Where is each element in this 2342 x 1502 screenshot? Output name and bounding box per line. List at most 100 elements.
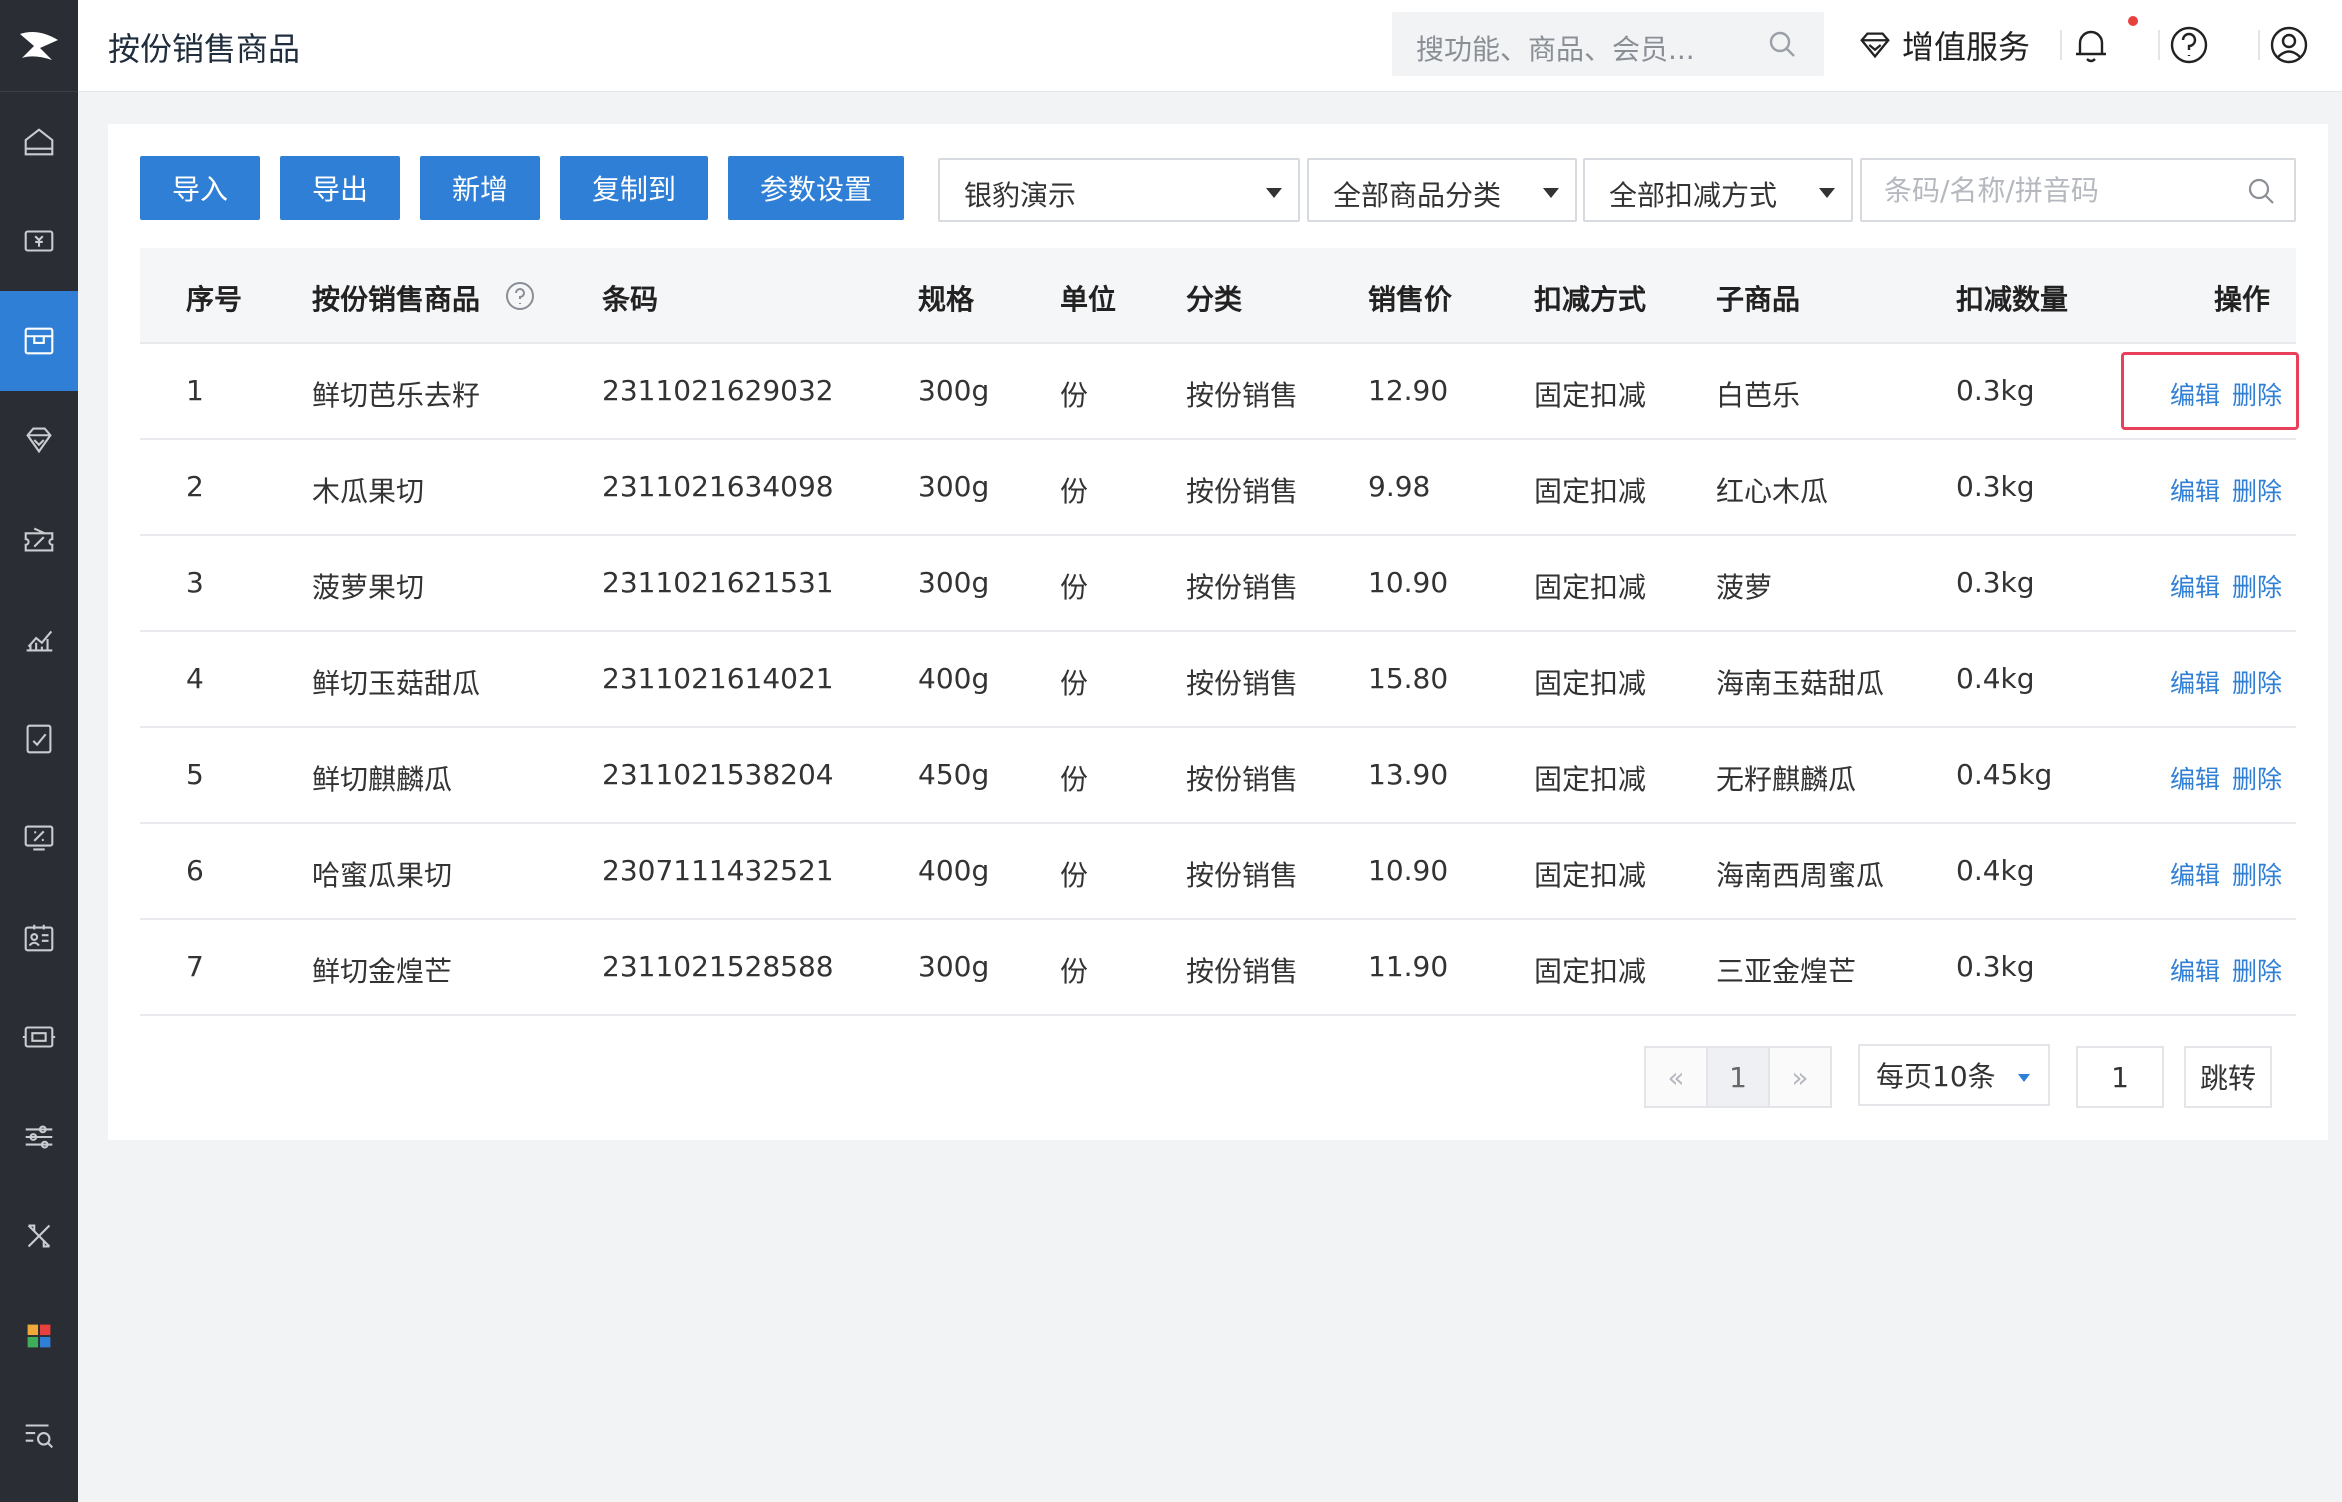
export-button[interactable]: 导出	[280, 156, 400, 220]
category-select[interactable]: 全部商品分类	[1307, 158, 1577, 222]
delete-link[interactable]: 删除	[2232, 760, 2282, 796]
caret-down-icon	[1819, 188, 1835, 198]
row-product-name: 鲜切麒麟瓜	[312, 763, 453, 796]
sidebar-member-icon[interactable]	[0, 391, 78, 491]
row-spec: 300g	[918, 566, 990, 599]
product-search-input[interactable]	[1884, 170, 2234, 210]
table-body: 1 鲜切芭乐去籽 2311021629032 300g 份按份销售 12.90 固定扣减 白芭…	[140, 344, 2299, 1016]
row-deduct-qty: 0.3kg	[1956, 470, 2035, 503]
sidebar-inventory-icon[interactable]	[0, 689, 78, 789]
edit-link[interactable]: 编辑	[2170, 568, 2220, 604]
parameter-settings-button[interactable]: 参数设置	[728, 156, 904, 220]
logo-icon[interactable]	[0, 0, 78, 92]
help-icon[interactable]	[2166, 22, 2212, 68]
row-category: 按份销售	[1186, 667, 1299, 700]
top-bar: 按份销售商品 搜功能、商品、会员... 增值服务	[78, 0, 2342, 92]
sidebar-products-icon[interactable]	[0, 291, 78, 391]
row-price: 9.98	[1368, 470, 1431, 503]
row-spec: 300g	[918, 374, 990, 407]
prev-page-button[interactable]: «	[1644, 1046, 1708, 1108]
global-search[interactable]: 搜功能、商品、会员...	[1392, 12, 1824, 76]
row-index: 1	[186, 374, 204, 407]
row-price: 10.90	[1368, 854, 1449, 887]
sidebar-apps-icon[interactable]	[0, 1286, 78, 1386]
row-unit: 份	[1060, 667, 1089, 700]
copy-to-button[interactable]: 复制到	[560, 156, 708, 220]
row-deduct-qty: 0.3kg	[1956, 950, 2035, 983]
search-icon[interactable]	[2246, 176, 2276, 206]
product-search-box	[1860, 158, 2296, 222]
user-avatar-icon[interactable]	[2266, 22, 2312, 68]
sidebar-promotion-icon[interactable]	[0, 490, 78, 590]
notification-bell-icon[interactable]	[2068, 22, 2114, 68]
col-barcode: 条码	[602, 283, 659, 316]
row-barcode: 2311021621531	[602, 566, 834, 599]
edit-link[interactable]: 编辑	[2170, 760, 2220, 796]
delete-link[interactable]: 删除	[2232, 568, 2282, 604]
page-1-button[interactable]: 1	[1706, 1046, 1770, 1108]
page-size-select[interactable]: 每页10条	[1858, 1044, 2050, 1106]
sidebar-report-icon[interactable]	[0, 590, 78, 690]
question-circle-icon[interactable]	[504, 280, 536, 312]
jump-page-input[interactable]: 1	[2076, 1046, 2164, 1108]
deduct-method-select-value: 全部扣减方式	[1609, 179, 1778, 212]
delete-link[interactable]: 删除	[2232, 856, 2282, 892]
row-spec: 400g	[918, 662, 990, 695]
col-product: 按份销售商品	[312, 278, 536, 318]
row-price: 12.90	[1368, 374, 1449, 407]
table-row: 1 鲜切芭乐去籽 2311021629032 300g 份 按份销售 12.90 固定扣减 白芭…	[140, 344, 2299, 440]
deduct-method-select[interactable]: 全部扣减方式	[1583, 158, 1853, 222]
row-spec: 400g	[918, 854, 990, 887]
row-index: 5	[186, 758, 204, 791]
sidebar-home-icon[interactable]	[0, 92, 78, 192]
edit-link[interactable]: 编辑	[2170, 856, 2220, 892]
sidebar-cashier-icon[interactable]	[0, 192, 78, 292]
sidebar-finance-icon[interactable]	[0, 789, 78, 889]
edit-link[interactable]: 编辑	[2170, 472, 2220, 508]
row-barcode: 2311021634098	[602, 470, 834, 503]
store-select[interactable]: 银豹演示	[938, 158, 1300, 222]
jump-button[interactable]: 跳转	[2184, 1046, 2272, 1108]
row-unit: 份	[1060, 379, 1089, 412]
table-row: 2 木瓜果切 2311021634098 300g 份 按份销售 9.98 固定扣减 红心木瓜 0…	[140, 440, 2296, 536]
page-size-value: 每页10条	[1876, 1060, 1996, 1093]
sidebar-settings-icon[interactable]	[0, 1087, 78, 1187]
sidebar-staff-icon[interactable]	[0, 888, 78, 988]
next-page-button[interactable]: »	[1768, 1046, 1832, 1108]
sidebar-search-menu-icon[interactable]	[0, 1386, 78, 1486]
divider	[2158, 30, 2160, 60]
row-sub-product: 无籽麒麟瓜	[1716, 763, 1857, 796]
row-deduct-method: 固定扣减	[1534, 859, 1647, 892]
edit-link[interactable]: 编辑	[2170, 952, 2220, 988]
row-deduct-qty: 0.4kg	[1956, 854, 2035, 887]
row-product-name: 鲜切玉菇甜瓜	[312, 667, 481, 700]
row-deduct-method: 固定扣减	[1534, 475, 1647, 508]
edit-link[interactable]: 编辑	[2170, 664, 2220, 700]
row-sub-product: 三亚金煌芒	[1716, 955, 1857, 988]
add-button[interactable]: 新增	[420, 156, 540, 220]
row-index: 7	[186, 950, 204, 983]
row-price: 15.80	[1368, 662, 1449, 695]
row-index: 3	[186, 566, 204, 599]
row-unit: 份	[1060, 475, 1089, 508]
row-unit: 份	[1060, 571, 1089, 604]
row-index: 4	[186, 662, 204, 695]
value-added-service-button[interactable]: 增值服务	[1856, 20, 2030, 70]
row-unit: 份	[1060, 859, 1089, 892]
product-table: 序号 按份销售商品 条码 规格 单位 分类 销售价 扣减方式 子商品 扣减数量 …	[140, 248, 2299, 1016]
caret-down-icon	[1543, 188, 1559, 198]
row-barcode: 2311021614021	[602, 662, 834, 695]
delete-link[interactable]: 删除	[2232, 952, 2282, 988]
col-product-label: 按份销售商品	[312, 283, 481, 316]
row-price: 10.90	[1368, 566, 1449, 599]
sidebar-device-icon[interactable]	[0, 988, 78, 1088]
col-category: 分类	[1186, 283, 1243, 316]
delete-link[interactable]: 删除	[2232, 472, 2282, 508]
sidebar-tools-icon[interactable]	[0, 1187, 78, 1287]
row-price: 13.90	[1368, 758, 1449, 791]
row-deduct-method: 固定扣减	[1534, 763, 1647, 796]
import-button[interactable]: 导入	[140, 156, 260, 220]
search-icon[interactable]	[1766, 28, 1798, 60]
row-deduct-method: 固定扣减	[1534, 571, 1647, 604]
delete-link[interactable]: 删除	[2232, 664, 2282, 700]
